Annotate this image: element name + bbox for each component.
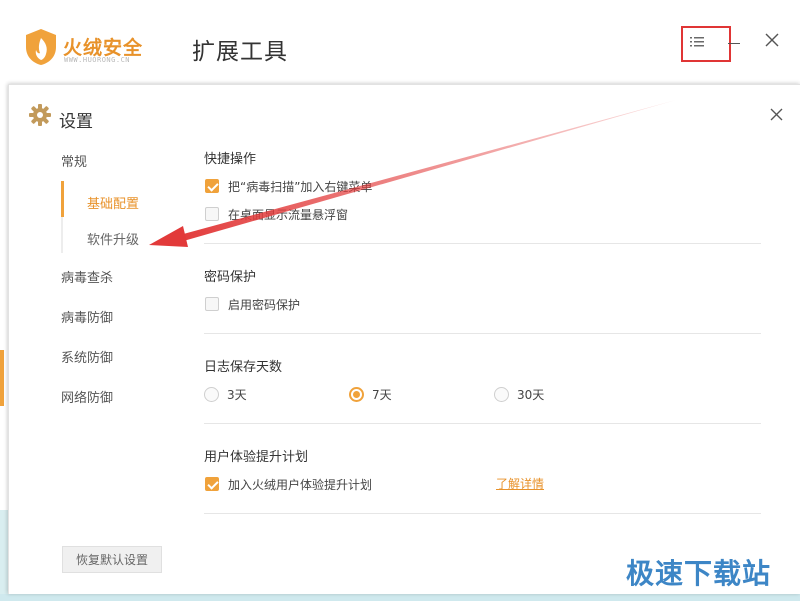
close-icon[interactable] <box>763 31 781 49</box>
divider <box>204 333 761 334</box>
nav-active-indicator <box>61 181 64 217</box>
ux-plan-option[interactable]: 加入火绒用户体验提升计划 <box>205 476 372 492</box>
log-30-days-option[interactable]: 30天 <box>494 386 544 403</box>
nav-virus-scan[interactable]: 病毒查杀 <box>61 267 113 286</box>
nav-network-defense[interactable]: 网络防御 <box>61 387 113 406</box>
log-3-days-option[interactable]: 3天 <box>204 386 247 403</box>
password-label[interactable]: 启用密码保护 <box>228 296 300 313</box>
app-header: 火绒安全 WWW.HUORONG.CN 扩展工具 <box>0 0 800 92</box>
learn-more-link[interactable]: 了解详情 <box>496 475 544 492</box>
nav-general[interactable]: 常规 <box>61 151 87 170</box>
ux-plan-label[interactable]: 加入火绒用户体验提升计划 <box>228 476 372 493</box>
log-3-days-radio[interactable] <box>204 387 219 402</box>
log-7-days-label[interactable]: 7天 <box>372 386 392 403</box>
divider <box>204 243 761 244</box>
quick-actions-title: 快捷操作 <box>204 152 257 167</box>
menu-icon[interactable] <box>690 36 704 48</box>
nav-rail <box>61 217 63 253</box>
context-menu-label[interactable]: 把“病毒扫描”加入右键菜单 <box>228 178 372 195</box>
log-3-days-label[interactable]: 3天 <box>227 386 247 403</box>
divider <box>204 513 761 514</box>
bottom-strip <box>0 594 800 601</box>
dialog-close-icon[interactable] <box>769 107 784 122</box>
brand-url: WWW.HUORONG.CN <box>64 56 131 64</box>
nav-virus-defense[interactable]: 病毒防御 <box>61 307 113 326</box>
log-7-days-radio[interactable] <box>349 387 364 402</box>
traffic-float-label[interactable]: 在桌面显示流量悬浮窗 <box>228 206 348 223</box>
settings-dialog: 设置 常规 基础配置 软件升级 病毒查杀 病毒防御 系统防御 网络防御 快捷操作… <box>8 84 800 594</box>
log-7-days-option[interactable]: 7天 <box>349 386 392 403</box>
dialog-title: 设置 <box>59 112 93 132</box>
nav-basic-config[interactable]: 基础配置 <box>87 193 139 212</box>
minimize-icon[interactable] <box>728 43 740 44</box>
huorong-logo-icon <box>26 29 56 65</box>
highlight-box <box>681 26 731 62</box>
log-30-days-radio[interactable] <box>494 387 509 402</box>
background-accent <box>0 350 4 406</box>
watermark: 极速下载站 <box>626 557 772 590</box>
ux-plan-checkbox[interactable] <box>205 477 219 491</box>
password-checkbox[interactable] <box>205 297 219 311</box>
ux-plan-title: 用户体验提升计划 <box>204 450 309 465</box>
page-title: 扩展工具 <box>192 39 288 65</box>
nav-system-defense[interactable]: 系统防御 <box>61 347 113 366</box>
password-title: 密码保护 <box>204 270 257 285</box>
gear-icon <box>29 104 51 126</box>
log-30-days-label[interactable]: 30天 <box>517 386 544 403</box>
log-days-title: 日志保存天数 <box>204 360 283 375</box>
password-option[interactable]: 启用密码保护 <box>205 296 300 312</box>
traffic-float-option[interactable]: 在桌面显示流量悬浮窗 <box>205 206 348 222</box>
nav-software-upgrade[interactable]: 软件升级 <box>87 229 139 248</box>
context-menu-checkbox[interactable] <box>205 179 219 193</box>
traffic-float-checkbox[interactable] <box>205 207 219 221</box>
reset-defaults-button[interactable]: 恢复默认设置 <box>62 546 162 573</box>
context-menu-option[interactable]: 把“病毒扫描”加入右键菜单 <box>205 178 372 194</box>
divider <box>204 423 761 424</box>
